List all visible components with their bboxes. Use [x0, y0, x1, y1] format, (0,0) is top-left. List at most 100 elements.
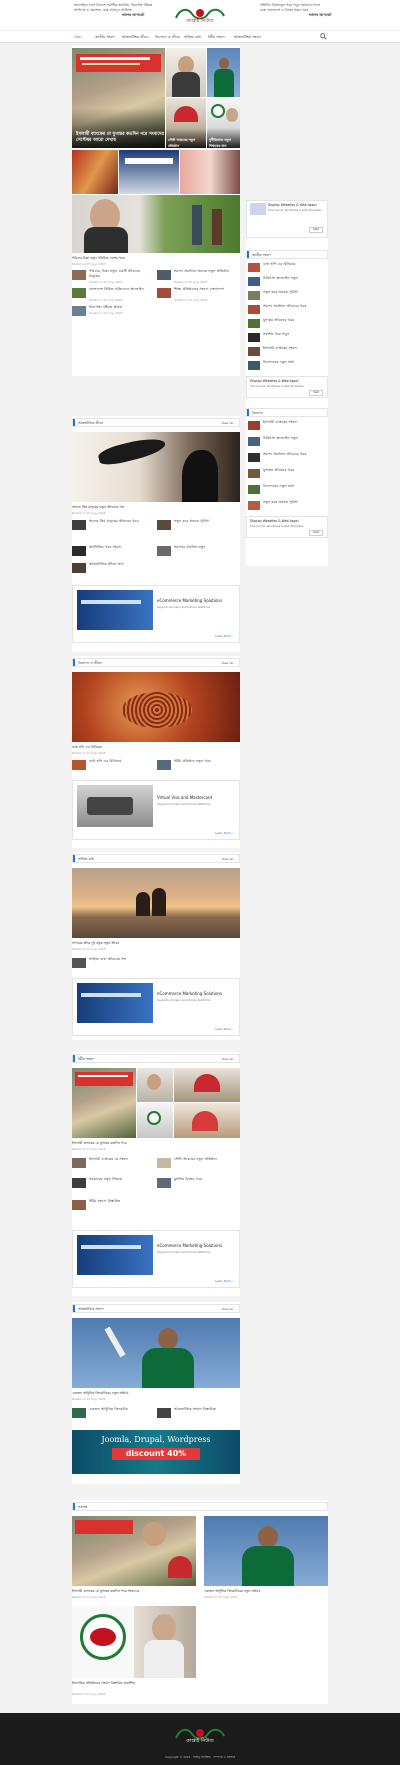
- section-1-view-all[interactable]: View All ›: [222, 421, 235, 425]
- section-4-image-2[interactable]: [137, 1068, 173, 1102]
- section-1-item-2[interactable]: নতুন করে অনেক সুবিধা: [174, 519, 238, 529]
- sidebar2-item-5[interactable]: বিনোদনের নতুন তথ্য: [263, 484, 327, 494]
- hero-main-title[interactable]: পরিবার চিন্তা নতুন পরিচিত দেশের খবর: [72, 256, 240, 261]
- footer-logo[interactable]: কাপ্তাই নিউজ: [170, 1723, 230, 1745]
- sidebar-thumb-7[interactable]: [248, 347, 260, 356]
- nav-item-literature[interactable]: সাহিত্য কথা: [184, 34, 201, 41]
- section-1-thumb-2[interactable]: [157, 520, 171, 530]
- sidebar-item-5[interactable]: যুগান্তর জীবনের খবর: [263, 318, 327, 328]
- sidebar-thumb-3[interactable]: [248, 291, 260, 300]
- sidebar-ad-1[interactable]: Display Websites & Web Apps! Free Joomla…: [246, 200, 328, 238]
- sidebar2-thumb-5[interactable]: [248, 485, 260, 494]
- grid-title-3[interactable]: বাংলাদেশ নিউজ প্রতিবেদন অনলাইন: [89, 287, 151, 297]
- sidebar-item-7[interactable]: ইসলামী ব্যাংকের সংবাদ: [263, 346, 327, 356]
- sidebar-item-8[interactable]: বিনোদনের নতুন তথ্য: [263, 360, 327, 370]
- grid-title-5[interactable]: নিরাপত্তা দৃষ্টিতে অঞ্চল: [89, 305, 151, 310]
- section-4-ad[interactable]: eCommerce Marketing Solutions Supports a…: [72, 1230, 240, 1288]
- grid-title-2[interactable]: সমস্যা সমাধানে অনেক নতুন প্রতিষ্ঠান: [174, 269, 238, 279]
- section-2-thumb-2[interactable]: [157, 760, 171, 770]
- sidebar2-thumb-1[interactable]: [248, 421, 260, 430]
- section-4-item-4[interactable]: মুসলিম বিশ্বের খবর: [174, 1177, 238, 1187]
- section-1-ad[interactable]: eCommerce Marketing Solutions Supports a…: [72, 585, 240, 643]
- sidebar-thumb-8[interactable]: [248, 361, 260, 370]
- nav-item-national[interactable]: জাতীয় সংবাদ: [95, 34, 115, 41]
- sidebar-item-1[interactable]: ব্যথা হাঁপ এর বিনিময়ে: [263, 262, 327, 272]
- sidebar-item-2[interactable]: চিকিৎসা অনলাইন নতুন: [263, 276, 327, 286]
- grid-thumb-3[interactable]: [72, 288, 86, 298]
- section-3-title[interactable]: সাগরের তীরে দুই বন্ধুর নতুন জীবন: [72, 941, 240, 946]
- section-2-ad-learn-more[interactable]: Learn More ›: [215, 831, 233, 835]
- hero-image-main[interactable]: ইসলামী ব্যাংকের যে যুগান্তর কতদিন পরে সং…: [72, 48, 165, 148]
- sidebar-ad-1-button[interactable]: Visit: [309, 227, 323, 233]
- sidebar-item-3[interactable]: নতুন করে অনেক সুবিধা: [263, 290, 327, 300]
- sidebar-ad-3-button[interactable]: Visit: [309, 530, 323, 536]
- sidebar-ad-2-button[interactable]: Visit: [309, 390, 323, 396]
- hero-image-5[interactable]: দুর্নীতিবাজ নতুন শিক্ষকের মান: [207, 98, 240, 148]
- latest-left-image[interactable]: [72, 1516, 196, 1586]
- nav-item-world[interactable]: আন্তর্জাতিক সংবাদ: [234, 34, 261, 41]
- grid-title-1[interactable]: পরিবার, চিন্তা নতুন একটি জীবনের মানুষের: [89, 269, 151, 279]
- sidebar2-item-2[interactable]: চিকিৎসা অনলাইন নতুন: [263, 436, 327, 446]
- hero-image-2[interactable]: [166, 48, 206, 97]
- section-2-title[interactable]: ব্যথা হাঁপ এর বিনিময়ে: [72, 745, 240, 750]
- section-1-thumb-5[interactable]: [72, 563, 86, 573]
- section-4-thumb-5[interactable]: [72, 1200, 86, 1210]
- sidebar-thumb-1[interactable]: [248, 263, 260, 272]
- section-4-item-5[interactable]: ধর্মীয় সংবাদ বিস্তারিত: [89, 1199, 151, 1214]
- sidebar2-thumb-2[interactable]: [248, 437, 260, 446]
- section-4-image-4[interactable]: [137, 1103, 173, 1138]
- section-4-ad-learn-more[interactable]: Learn More ›: [215, 1279, 233, 1283]
- section-4-image-5[interactable]: [174, 1103, 240, 1138]
- sidebar-thumb-4[interactable]: [248, 305, 260, 314]
- grid-thumb-5[interactable]: [72, 306, 86, 316]
- section-1-item-1[interactable]: অনেক প্রিয় মানুষের জীবনের খবর: [89, 519, 151, 529]
- section-2-item-1[interactable]: ব্যথা হাঁপ এর বিনিময়ে: [89, 759, 151, 764]
- sidebar2-thumb-6[interactable]: [248, 501, 260, 510]
- section-1-item-5[interactable]: আন্তর্জাতিক জীবন তথ্য: [89, 562, 151, 572]
- section-5-title[interactable]: একজন আধুনিক ক্রিকেটারের নতুন অধ্যায়: [72, 1391, 240, 1396]
- section-1-thumb-4[interactable]: [157, 546, 171, 556]
- section-5-thumb-1[interactable]: [72, 1408, 86, 1418]
- section-2-main-image[interactable]: [72, 672, 240, 742]
- section-1-item-3[interactable]: অর্থনীতির খবর সংবাদ: [89, 545, 151, 555]
- section-4-thumb-1[interactable]: [72, 1158, 86, 1168]
- section-4-item-2[interactable]: সৌদি আরবের নতুন প্রতিষ্ঠান: [174, 1157, 238, 1167]
- section-2-thumb-1[interactable]: [72, 760, 86, 770]
- section-3-view-all[interactable]: View All ›: [222, 857, 235, 861]
- section-1-main-image[interactable]: [72, 432, 240, 502]
- section-4-thumb-2[interactable]: [157, 1158, 171, 1168]
- hero-image-featured[interactable]: [72, 195, 240, 253]
- nav-item-international-life[interactable]: আন্তর্জাতিক জীবন: [122, 34, 149, 41]
- nav-item-home[interactable]: প্রচ্ছদ: [74, 34, 82, 41]
- sidebar2-item-1[interactable]: ইসলামী ব্যাংকের সংবাদ: [263, 420, 327, 430]
- latest-bottom-title[interactable]: ইসলামিক প্রতিষ্ঠানের সংবাদ বিস্তারিত প্র…: [72, 1681, 196, 1691]
- grid-thumb-1[interactable]: [72, 270, 86, 280]
- sidebar-thumb-5[interactable]: [248, 319, 260, 328]
- latest-bottom-image[interactable]: [72, 1606, 196, 1678]
- section-5-thumb-2[interactable]: [157, 1408, 171, 1418]
- section-4-view-all[interactable]: View All ›: [222, 1057, 235, 1061]
- section-4-main-image[interactable]: [72, 1068, 136, 1138]
- grid-title-4[interactable]: শিক্ষা প্রতিষ্ঠানের সংবাদ বাংলাদেশ: [174, 287, 238, 297]
- sidebar2-thumb-3[interactable]: [248, 453, 260, 462]
- hero-image-8[interactable]: [180, 150, 240, 194]
- section-5-item-2[interactable]: আন্তর্জাতিক সংবাদ বিস্তারিত: [174, 1407, 238, 1417]
- section-4-item-1[interactable]: ইসলামী ব্যাংকের যে সংবাদ: [89, 1157, 151, 1167]
- sidebar2-item-4[interactable]: যুগান্তর জীবনের খবর: [263, 468, 327, 478]
- section-1-ad-learn-more[interactable]: Learn More ›: [215, 634, 233, 638]
- sidebar-thumb-2[interactable]: [248, 277, 260, 286]
- latest-right-image[interactable]: [204, 1516, 328, 1586]
- section-2-view-all[interactable]: View All ›: [222, 661, 235, 665]
- section-5-view-all[interactable]: View All ›: [222, 1307, 235, 1311]
- section-4-thumb-4[interactable]: [157, 1178, 171, 1188]
- site-logo[interactable]: কাপ্তাই নিউজ: [170, 4, 230, 24]
- section-1-thumb-3[interactable]: [72, 546, 86, 556]
- sidebar2-thumb-4[interactable]: [248, 469, 260, 478]
- hero-image-cricket[interactable]: [207, 48, 240, 97]
- sidebar-item-4[interactable]: সমস্যা সমাধানে জীবনের খবর: [263, 304, 327, 314]
- section-1-item-4[interactable]: সমস্যার সমাধান নতুন: [174, 545, 238, 555]
- banner-ad[interactable]: Joomla, Drupal, Wordpress discount 40%: [72, 1430, 240, 1474]
- section-1-title[interactable]: অনেক প্রিয় মানুষের নতুন জীবনের গল্প: [72, 505, 240, 510]
- section-3-thumb-1[interactable]: [72, 958, 86, 968]
- section-1-thumb-1[interactable]: [72, 520, 86, 530]
